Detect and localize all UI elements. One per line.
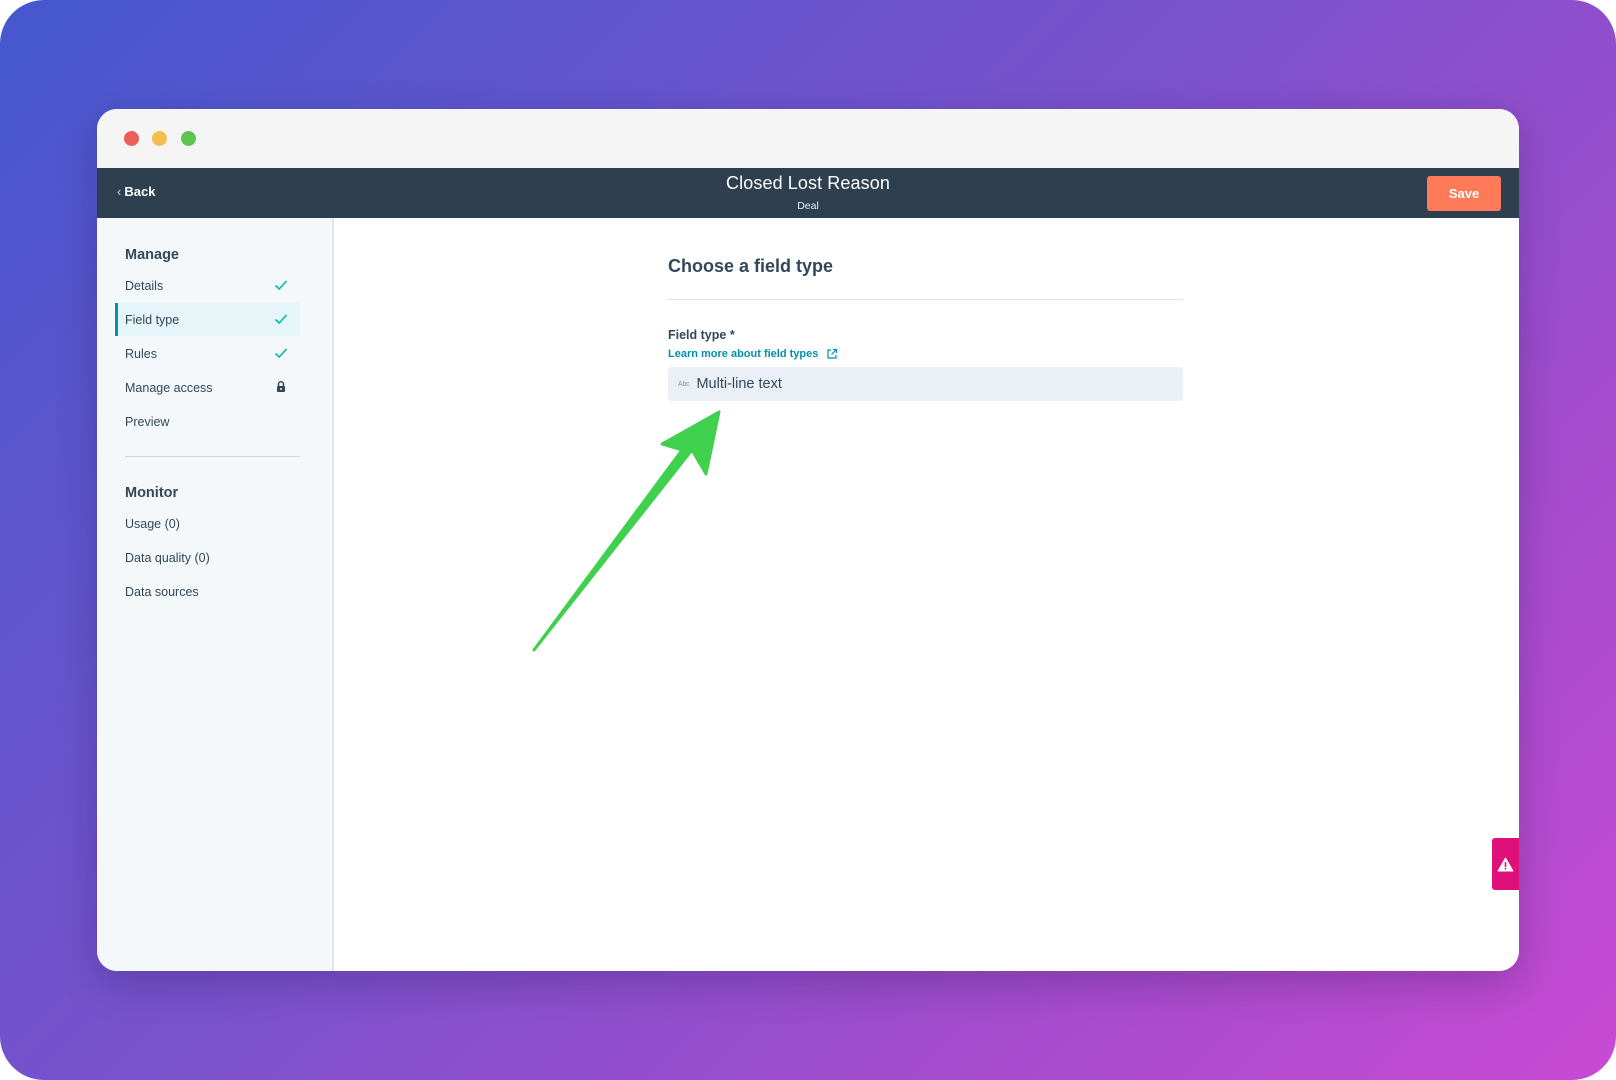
warning-icon [1497,857,1514,871]
close-window-button[interactable] [124,131,139,146]
background: ‹ Back Closed Lost Reason Deal Save Mana… [0,0,1616,1080]
external-link-icon [827,348,838,359]
main-content: Choose a field type Field type * Learn m… [334,218,1519,971]
field-type-label: Field type * [668,328,735,342]
page-subtitle: Deal [797,200,819,212]
sidebar-item-data-quality[interactable]: Data quality (0) [115,541,300,574]
app-window: ‹ Back Closed Lost Reason Deal Save Mana… [97,109,1519,971]
text-type-icon: Abc [678,380,690,388]
sidebar-item-label: Field type [125,312,180,327]
sidebar-item-label: Data sources [125,584,199,599]
alert-tab[interactable] [1492,838,1519,890]
sidebar-item-rules[interactable]: Rules [115,337,300,370]
sidebar-item-preview[interactable]: Preview [115,405,300,438]
check-icon [274,280,288,291]
sidebar-item-label: Rules [125,346,157,361]
check-icon [274,314,288,325]
sidebar-item-label: Usage (0) [125,516,180,531]
learn-more-link[interactable]: Learn more about field types [668,348,838,360]
check-icon [274,348,288,359]
sidebar-item-label: Details [125,278,164,293]
field-type-select[interactable]: Abc Multi-line text [668,367,1183,401]
sidebar-item-field-type[interactable]: Field type [115,303,300,336]
sidebar-item-manage-access[interactable]: Manage access [115,371,300,404]
sidebar-divider [125,456,300,457]
sidebar-item-label: Data quality (0) [125,550,210,565]
minimize-window-button[interactable] [152,131,167,146]
sidebar-item-details[interactable]: Details [115,269,300,302]
monitor-heading: Monitor [125,485,179,501]
sidebar: Manage Details Field type Rules Manage a… [97,218,334,971]
app-header: ‹ Back Closed Lost Reason Deal Save [97,168,1519,218]
window-titlebar [97,109,1519,169]
sidebar-item-usage[interactable]: Usage (0) [115,507,300,540]
field-type-value: Multi-line text [696,376,782,392]
section-divider [668,299,1183,300]
section-heading: Choose a field type [668,256,834,276]
lock-icon [277,381,285,392]
learn-more-label: Learn more about field types [668,348,819,360]
page-title: Closed Lost Reason [726,173,890,193]
maximize-window-button[interactable] [181,131,196,146]
sidebar-item-label: Preview [125,414,170,429]
save-button[interactable]: Save [1427,176,1501,211]
sidebar-item-data-sources[interactable]: Data sources [115,575,300,608]
manage-heading: Manage [125,247,179,263]
sidebar-item-label: Manage access [125,380,213,395]
